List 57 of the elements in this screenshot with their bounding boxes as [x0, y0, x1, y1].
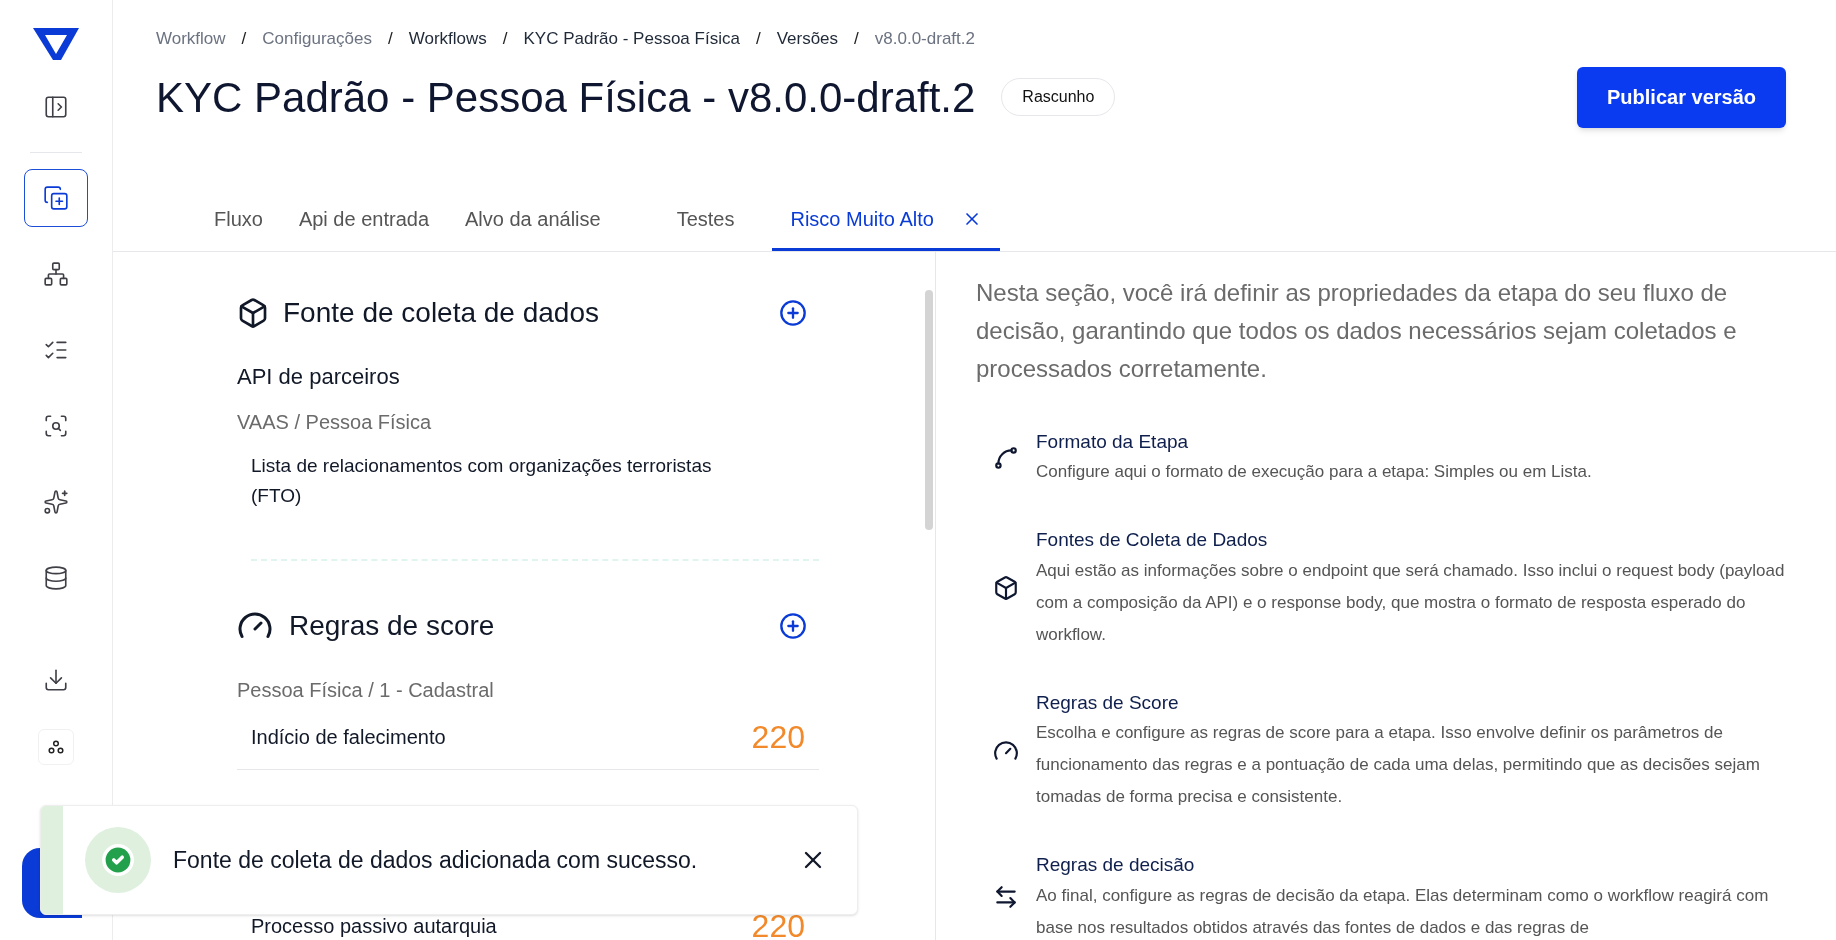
- page-title: KYC Padrão - Pessoa Física - v8.0.0-draft.2: [156, 72, 976, 123]
- cluster-button[interactable]: [38, 729, 74, 765]
- tab[interactable]: Fluxo: [196, 190, 281, 251]
- help-description: Escolha e configure as regras de score para a etapa. Isso envolve definir os parâmetros de funcionamento das regras e a pontuação de cada uma delas, permitindo que as decisões sejam tomadas de forma precisa e consistente.: [1036, 722, 1761, 808]
- breadcrumb-link[interactable]: Workflow: [156, 26, 226, 52]
- sparkles-icon: [43, 489, 69, 515]
- breadcrumb-link[interactable]: Versões: [776, 26, 839, 52]
- spline-icon: [993, 444, 1019, 471]
- toast-message: Fonte de coleta de dados adicionada com sucesso.: [173, 845, 698, 875]
- tab[interactable]: Api de entrada: [280, 190, 447, 251]
- sidebar-item[interactable]: [24, 169, 88, 227]
- breadcrumb-link[interactable]: Configurações: [262, 26, 372, 52]
- help-title: Fontes de Coleta de Dados: [1036, 528, 1269, 552]
- publish-button[interactable]: Publicar versão: [1577, 66, 1786, 128]
- search-icon: [43, 413, 69, 439]
- tab[interactable]: Testes: [658, 190, 753, 251]
- help-title: Formato da Etapa: [1036, 429, 1190, 454]
- breadcrumb-separator: /: [387, 28, 393, 50]
- breadcrumb-separator: /: [854, 28, 859, 50]
- network-icon: [43, 261, 69, 287]
- scrollbar-thumb[interactable]: [925, 289, 933, 530]
- help-description: Ao final, configure as regras de decisão da etapa. Elas determinam como o workflow reagirá com base nos resultados obtidos através das fontes de dados e das regras de: [1036, 884, 1770, 939]
- rule-score: 220: [751, 910, 805, 940]
- section-title: Fonte de coleta de dados: [283, 295, 599, 330]
- breadcrumb-separator: /: [502, 28, 508, 50]
- help-intro: Nesta seção, você irá definir as propriedades da etapa do seu fluxo de decisão, garantindo que todos os dados necessários sejam coletados e processados corretamente.: [976, 277, 1738, 384]
- breadcrumb-separator: /: [755, 28, 761, 50]
- tab[interactable]: Risco Muito Alto: [772, 190, 1000, 251]
- breadcrumb-link[interactable]: Workflows: [408, 26, 487, 52]
- help-title: Regras de decisão: [1036, 853, 1196, 877]
- dots-icon: [48, 740, 64, 754]
- logo-icon: [31, 26, 81, 62]
- arrows-icon: [993, 884, 1019, 911]
- tab[interactable]: Alvo da análise: [447, 190, 619, 251]
- copy-plus-icon: [43, 185, 69, 211]
- help-description: Aqui estão as informações sobre o endpoint que será chamado. Isso inclui o request body (payload com a composição da API) e o response body, que mostra o formato de resposta esperado do workflow.: [1036, 559, 1786, 646]
- success-icon: [101, 843, 135, 877]
- database-icon: [43, 565, 69, 591]
- add-icon[interactable]: [779, 298, 807, 327]
- download-icon: [43, 667, 69, 693]
- cube-icon: [237, 296, 269, 329]
- source-name: API de parceiros: [237, 362, 401, 391]
- cube-icon: [993, 575, 1019, 602]
- source-item: Lista de relacionamentos com organizações terroristas (FTO): [251, 453, 713, 508]
- rule-score: 220: [751, 720, 805, 753]
- help-description: Configure aqui o formato de execução para a etapa: Simples ou em Lista.: [1036, 461, 1592, 483]
- source-path: VAAS / Pessoa Física: [237, 409, 433, 435]
- help-title: Regras de Score: [1036, 690, 1180, 715]
- add-icon[interactable]: [779, 611, 807, 640]
- breadcrumb-link[interactable]: v8.0.0-draft.2: [874, 26, 975, 52]
- panel-toggle-icon: [43, 94, 69, 120]
- rule-name: Processo passivo autarquia: [251, 914, 497, 939]
- breadcrumb-link[interactable]: KYC Padrão - Pessoa Física: [523, 26, 740, 52]
- rule-name: Indício de falecimento: [251, 724, 446, 750]
- rule-group: Pessoa Física / 1 - Cadastral: [237, 674, 819, 705]
- breadcrumb-separator: /: [241, 28, 247, 50]
- section-title: Regras de score: [289, 608, 495, 643]
